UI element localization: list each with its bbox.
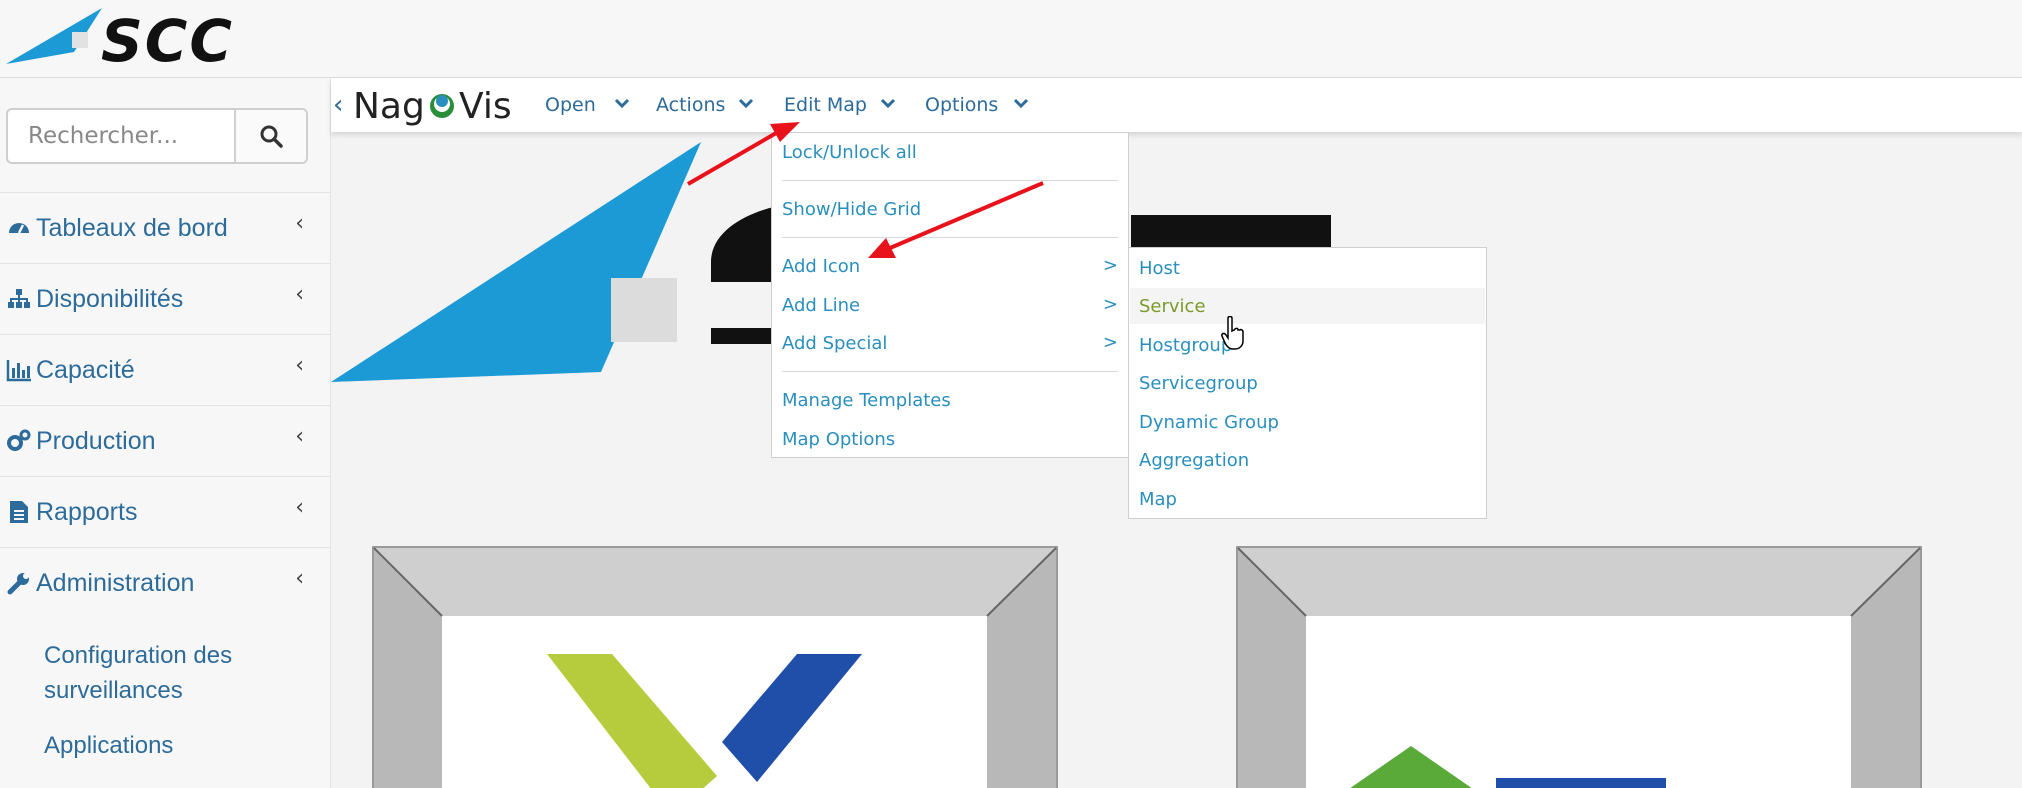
arrow-to-edit-map [686, 122, 800, 186]
annotation-arrows [686, 122, 1044, 258]
hand-cursor-icon [1221, 316, 1244, 350]
arrow-to-add-icon [868, 181, 1044, 258]
